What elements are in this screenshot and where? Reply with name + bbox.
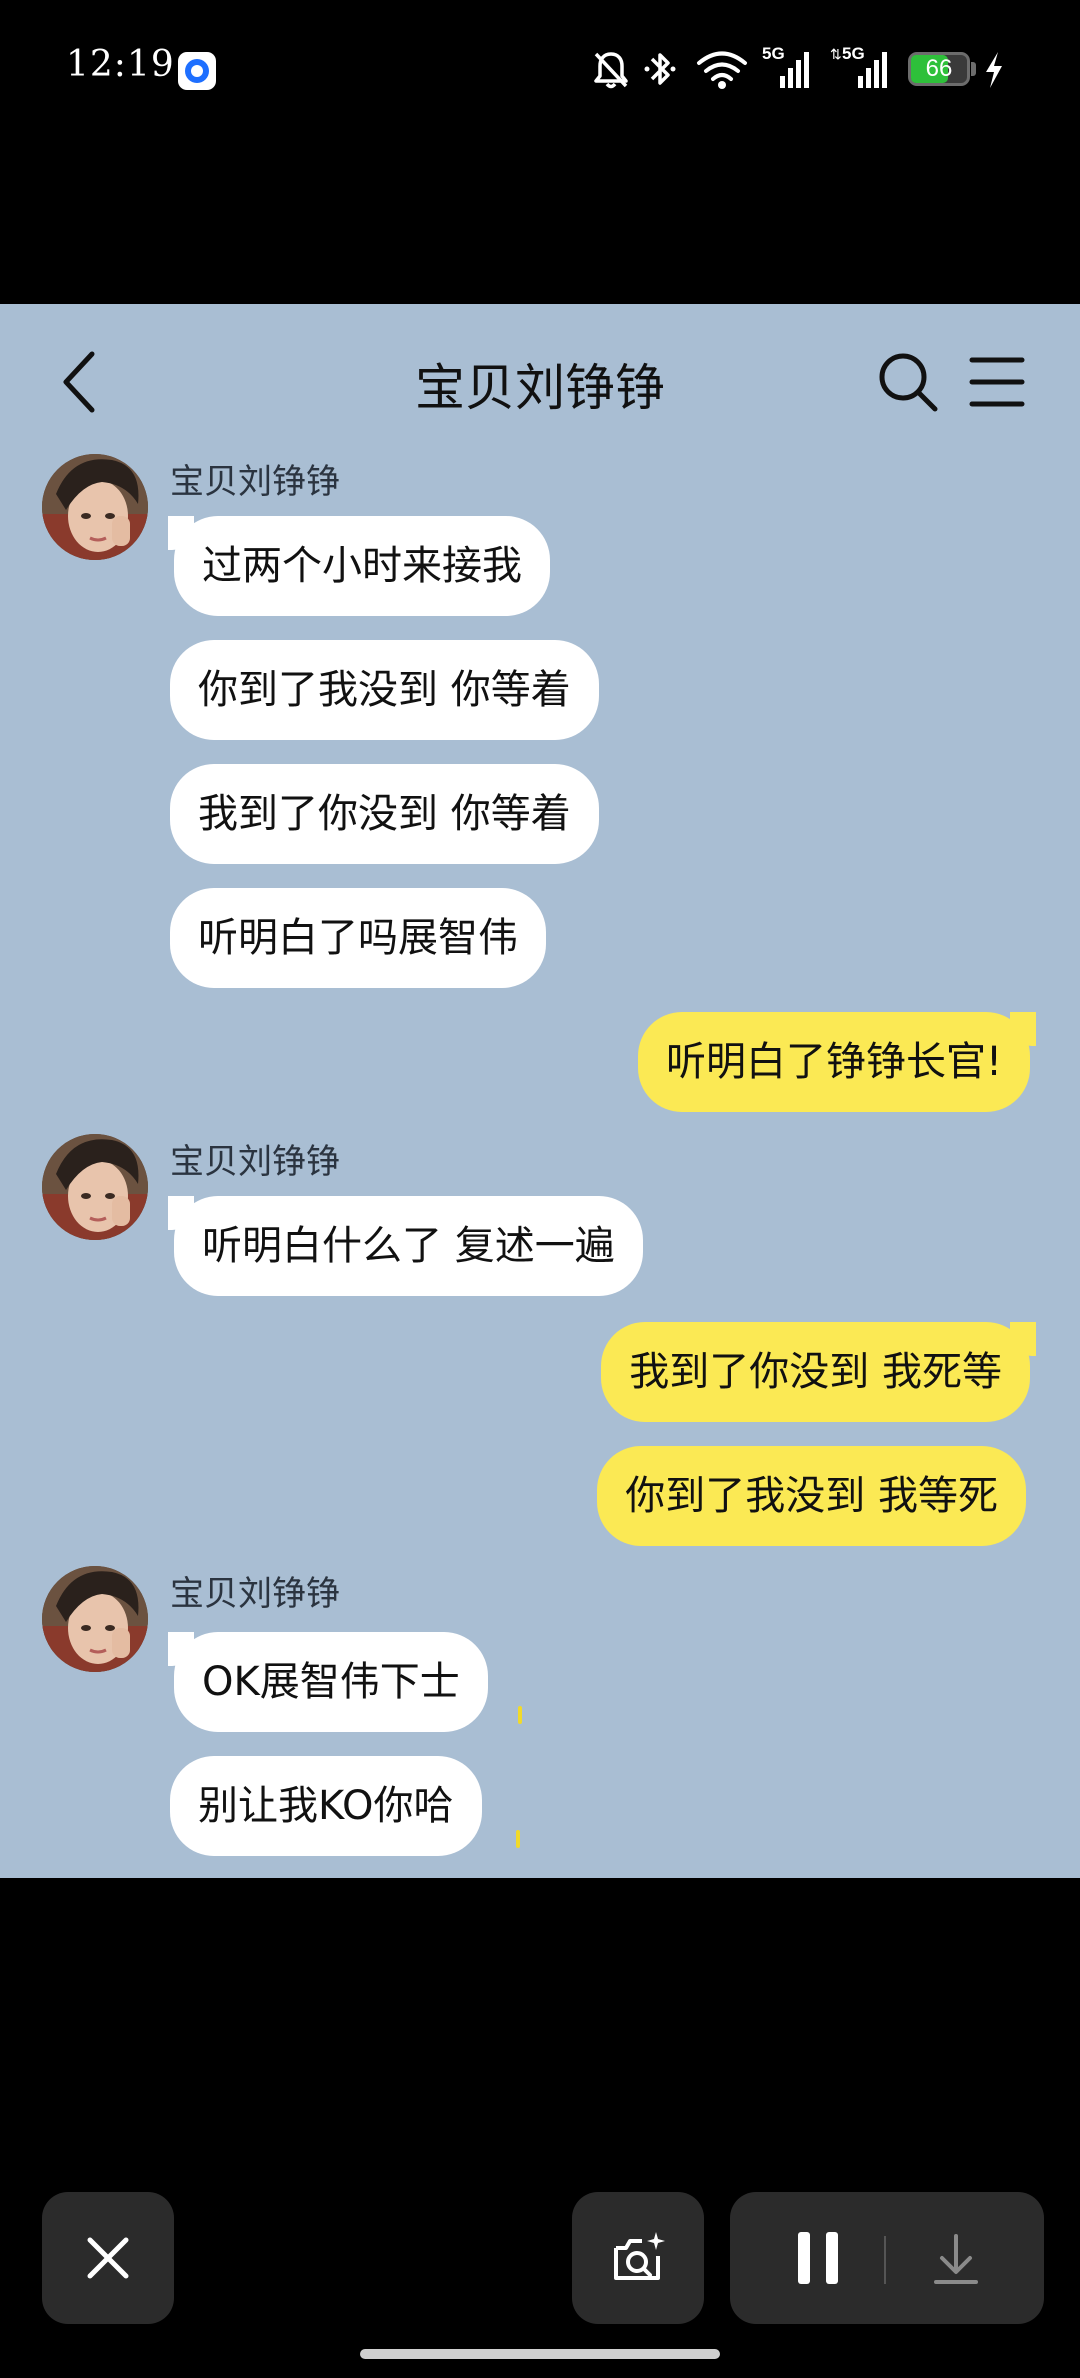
hamburger-menu-icon[interactable] — [968, 354, 1026, 410]
message-bubble[interactable]: 我到了你没到 你等着 — [170, 764, 599, 864]
wifi-icon — [697, 51, 747, 89]
pause-icon[interactable] — [790, 2230, 846, 2286]
avatar[interactable] — [42, 1566, 148, 1672]
close-icon — [87, 2237, 129, 2279]
read-indicator — [518, 1706, 522, 1724]
screen: 12:19 5G ⇅ 5G 66 宝贝刘铮铮 宝贝刘铮铮 过两个小时来接我 你到… — [0, 0, 1080, 2378]
avatar[interactable] — [42, 454, 148, 560]
message-bubble-outgoing[interactable]: 听明白了铮铮长官! — [637, 1012, 1037, 1112]
battery-level: 66 — [925, 55, 953, 82]
5g-signal-icon: 5G — [762, 44, 814, 90]
chat-screen: 宝贝刘铮铮 宝贝刘铮铮 过两个小时来接我 你到了我没到 你等着 我到了你没到 你… — [0, 304, 1080, 1878]
close-button[interactable] — [42, 2192, 174, 2324]
message-bubble-outgoing[interactable]: 我到了你没到 我死等 — [601, 1322, 1036, 1422]
bluetooth-icon — [644, 53, 676, 85]
read-indicator — [516, 1830, 520, 1848]
camera-sparkle-icon — [614, 2232, 665, 2280]
sender-name: 宝贝刘铮铮 — [170, 462, 340, 502]
sender-name: 宝贝刘铮铮 — [170, 1574, 340, 1614]
message-bubble[interactable]: 听明白了吗展智伟 — [170, 888, 546, 988]
message-bubble-outgoing[interactable]: 你到了我没到 我等死 — [597, 1446, 1026, 1546]
avatar[interactable] — [42, 1134, 148, 1240]
bell-off-icon — [594, 52, 628, 89]
circle-app-icon — [178, 52, 216, 90]
network-label: 5G — [842, 44, 865, 63]
message-bubble[interactable]: 过两个小时来接我 — [168, 516, 550, 616]
download-icon[interactable] — [928, 2232, 984, 2288]
message-bubble[interactable]: OK展智伟下士 — [168, 1632, 488, 1732]
message-bubble[interactable]: 听明白什么了 复述一遍 — [168, 1196, 643, 1296]
5g-signal-icon: ⇅ 5G — [830, 44, 892, 90]
message-bubble[interactable]: 你到了我没到 你等着 — [170, 640, 599, 740]
screenshot-button[interactable] — [572, 2192, 704, 2324]
chat-header: 宝贝刘铮铮 — [0, 304, 1080, 454]
status-time: 12:19 — [66, 44, 175, 85]
lightning-icon — [986, 52, 1002, 88]
search-icon[interactable] — [876, 350, 940, 414]
recording-controls — [730, 2192, 1044, 2324]
home-indicator[interactable] — [360, 2349, 720, 2359]
sender-name: 宝贝刘铮铮 — [170, 1142, 340, 1182]
message-bubble[interactable]: 别让我KO你哈 — [170, 1756, 482, 1856]
battery-icon: 66 — [908, 52, 970, 86]
divider — [884, 2236, 886, 2284]
network-label: 5G — [762, 44, 785, 63]
status-bar: 12:19 5G ⇅ 5G 66 — [0, 0, 1080, 140]
